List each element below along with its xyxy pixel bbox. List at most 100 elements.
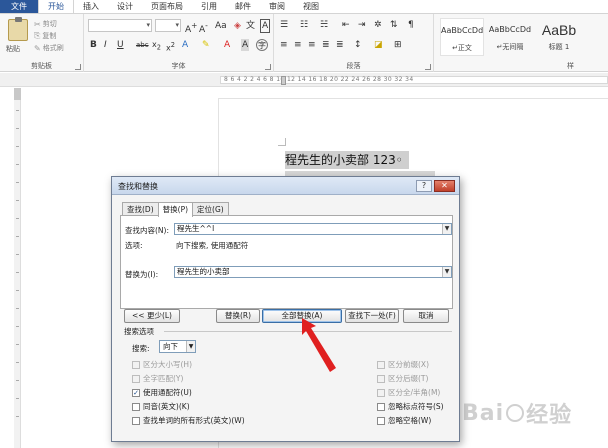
match-suffix-checkbox[interactable]: 区分后缀(T) — [377, 373, 428, 384]
char-shading-button[interactable]: A — [241, 39, 250, 51]
match-prefix-checkbox[interactable]: 区分前缀(X) — [377, 359, 429, 370]
cut-button[interactable]: ✂ 剪切 — [34, 19, 57, 29]
cancel-button[interactable]: 取消 — [403, 309, 449, 323]
help-button[interactable]: ? — [416, 180, 432, 192]
close-button[interactable]: ✕ — [434, 180, 455, 192]
multilevel-list-icon[interactable]: ☵ — [320, 19, 328, 31]
numbering-icon[interactable]: ☷ — [300, 19, 308, 31]
checkbox-box[interactable] — [132, 416, 140, 425]
checkbox-box[interactable] — [377, 402, 385, 411]
tab-view[interactable]: 视图 — [294, 0, 328, 13]
paragraph-launcher-icon[interactable] — [425, 64, 431, 70]
bold-button[interactable]: B — [90, 39, 97, 51]
show-marks-icon[interactable]: ¶ — [408, 19, 414, 31]
sounds-like-checkbox[interactable]: 同音(英文)(K) — [132, 401, 190, 412]
checkbox-box[interactable] — [377, 416, 385, 425]
tab-page-layout[interactable]: 页面布局 — [142, 0, 192, 13]
chevron-down-icon[interactable]: ▼ — [442, 267, 451, 277]
strikethrough-button[interactable]: abc — [136, 39, 149, 51]
increase-indent-icon[interactable]: ⇥ — [358, 19, 366, 31]
search-direction-select[interactable]: 向下 ▼ — [159, 340, 196, 353]
dialog-titlebar[interactable]: 查找和替换 ? ✕ — [112, 177, 459, 195]
vertical-ruler[interactable] — [14, 88, 21, 448]
tab-references[interactable]: 引用 — [192, 0, 226, 13]
distributed-icon[interactable]: ≣ — [336, 39, 344, 51]
justify-icon[interactable]: ≣ — [322, 39, 330, 51]
checkbox-box[interactable] — [377, 360, 385, 369]
document-text[interactable]: 程先生的小卖部 123◦ — [285, 151, 409, 169]
match-width-checkbox[interactable]: 区分全/半角(M) — [377, 387, 440, 398]
pinyin-guide-button[interactable]: 文 — [246, 20, 255, 32]
checkbox-box[interactable] — [132, 374, 140, 383]
char-border-button[interactable]: A — [260, 19, 271, 33]
grow-font-button[interactable]: A+ — [185, 20, 197, 36]
highlight-icon[interactable]: ✎ — [202, 39, 210, 51]
font-size-select[interactable]: ▾ — [155, 19, 181, 32]
replace-input[interactable]: 程先生的小卖部 ▼ — [174, 266, 452, 278]
italic-button[interactable]: I — [104, 39, 107, 51]
bullets-icon[interactable]: ☰ — [280, 19, 288, 31]
ignore-space-checkbox[interactable]: 忽略空格(W) — [377, 415, 431, 426]
match-case-checkbox[interactable]: 区分大小写(H) — [132, 359, 192, 370]
ignore-punctuation-checkbox[interactable]: 忽略标点符号(S) — [377, 401, 444, 412]
tab-insert[interactable]: 插入 — [74, 0, 108, 13]
chinese-layout-icon[interactable]: ✲ — [374, 19, 382, 31]
paste-icon[interactable] — [8, 17, 28, 41]
tab-mailings[interactable]: 邮件 — [226, 0, 260, 13]
ruler-margin — [14, 88, 21, 100]
find-next-button[interactable]: 查找下一处(F) — [345, 309, 399, 323]
checkbox-box[interactable] — [377, 388, 385, 397]
whole-word-checkbox[interactable]: 全字匹配(Y) — [132, 373, 183, 384]
subscript-button[interactable]: x2 — [152, 39, 161, 54]
format-painter-button[interactable]: ✎ 格式刷 — [34, 43, 64, 53]
indent-marker[interactable] — [281, 76, 286, 85]
align-left-icon[interactable]: ≡ — [280, 39, 288, 51]
styles-group: AaBbCcDd ↵正文 AaBbCcDd ↵无间隔 AaBb 标题 1 样 — [434, 14, 608, 72]
tab-find[interactable]: 查找(D) — [122, 202, 159, 216]
all-word-forms-checkbox[interactable]: 查找单词的所有形式(英文)(W) — [132, 415, 245, 426]
clipboard-launcher-icon[interactable] — [75, 64, 81, 70]
borders-icon[interactable]: ⊞ — [394, 39, 402, 51]
superscript-button[interactable]: x2 — [166, 39, 175, 55]
change-case-button[interactable]: Aa — [215, 20, 227, 32]
sort-icon[interactable]: ⇅ — [390, 19, 398, 31]
align-center-icon[interactable]: ≡ — [294, 39, 302, 51]
style-sample: AaBb — [541, 22, 577, 38]
wildcards-checkbox[interactable]: ✓ 使用通配符(U) — [132, 387, 192, 398]
checkbox-box[interactable] — [132, 402, 140, 411]
style-no-spacing[interactable]: AaBbCcDd ↵无间隔 — [488, 18, 532, 56]
tab-design[interactable]: 设计 — [108, 0, 142, 13]
options-value: 向下搜索, 使用通配符 — [176, 241, 249, 250]
clear-format-icon[interactable]: ◈ — [234, 20, 241, 32]
checkbox-box[interactable] — [132, 360, 140, 369]
horizontal-ruler[interactable]: 8 6 4 2 2 4 6 8 10 12 14 16 18 20 22 24 … — [0, 73, 608, 87]
tab-home[interactable]: 开始 — [38, 0, 74, 13]
copy-button[interactable]: ⎘ 复制 — [34, 31, 56, 41]
paste-button-label[interactable]: 粘贴 — [6, 44, 20, 54]
shrink-font-button[interactable]: A- — [199, 20, 208, 36]
underline-button[interactable]: U — [117, 39, 124, 51]
clipboard-group: 粘贴 ✂ 剪切 ⎘ 复制 ✎ 格式刷 剪贴板 — [0, 14, 84, 72]
ruler-tick — [16, 398, 19, 399]
decrease-indent-icon[interactable]: ⇤ — [342, 19, 350, 31]
tab-review[interactable]: 审阅 — [260, 0, 294, 13]
find-input[interactable]: 程先生^^l ▼ — [174, 223, 452, 235]
chevron-down-icon[interactable]: ▼ — [442, 224, 451, 234]
replace-button[interactable]: 替换(R) — [216, 309, 260, 323]
less-button[interactable]: << 更少(L) — [124, 309, 180, 323]
tab-file[interactable]: 文件 — [0, 0, 38, 13]
font-launcher-icon[interactable] — [265, 64, 271, 70]
font-color-button[interactable]: A — [224, 39, 230, 51]
align-right-icon[interactable]: ≡ — [308, 39, 316, 51]
text-effects-button[interactable]: A — [182, 39, 188, 51]
tab-goto[interactable]: 定位(G) — [192, 202, 229, 216]
tab-replace[interactable]: 替换(P) — [157, 202, 194, 217]
font-name-select[interactable]: ▾ — [88, 19, 152, 32]
checkmark-icon[interactable]: ✓ — [132, 388, 140, 397]
enclose-char-button[interactable]: 字 — [256, 39, 268, 51]
line-spacing-icon[interactable]: ↕ — [354, 39, 362, 51]
style-heading-1[interactable]: AaBb 标题 1 — [534, 18, 584, 56]
style-normal[interactable]: AaBbCcDd ↵正文 — [440, 18, 484, 56]
checkbox-box[interactable] — [377, 374, 385, 383]
shading-icon[interactable]: ◪ — [374, 39, 383, 51]
